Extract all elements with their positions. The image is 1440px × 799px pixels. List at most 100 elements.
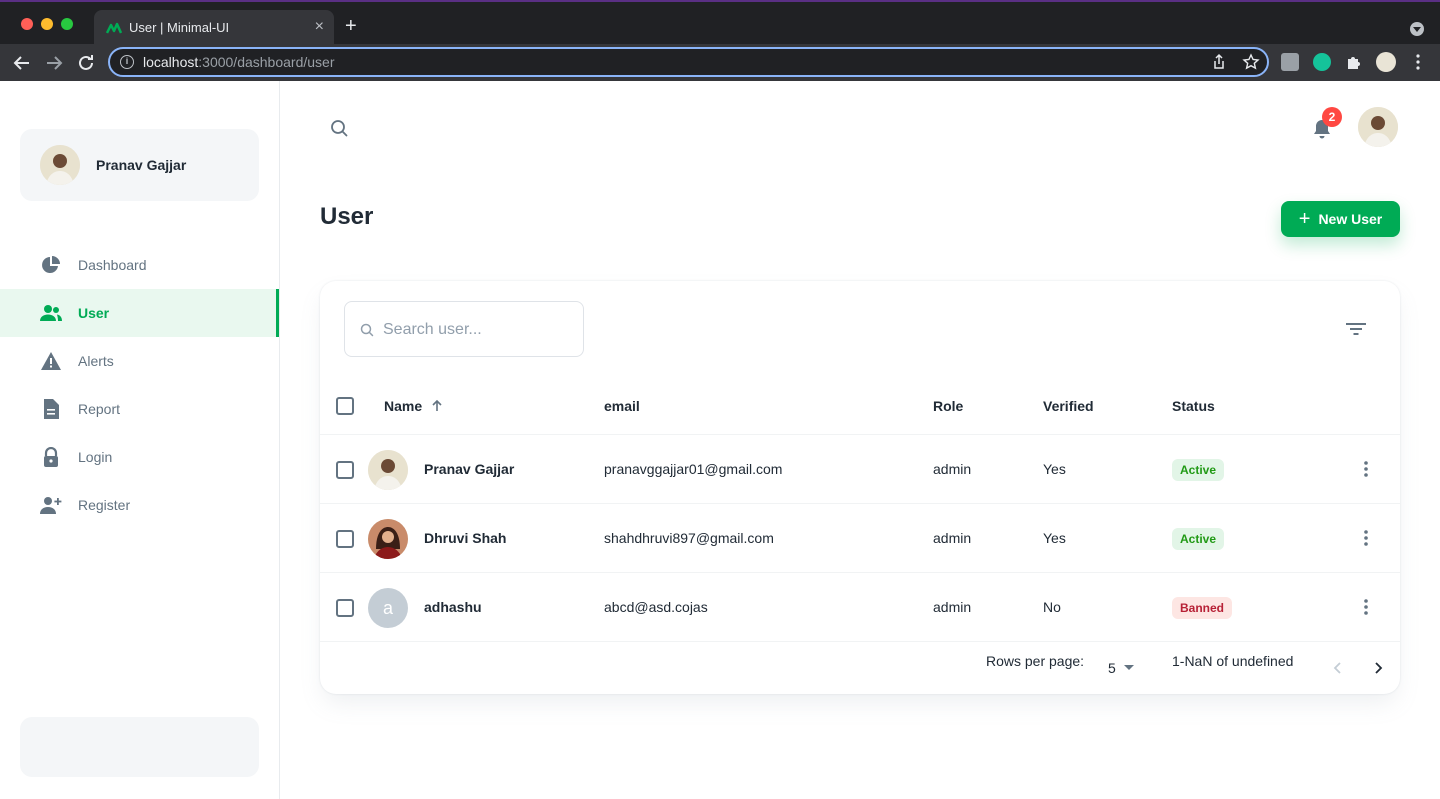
forward-arrow-icon[interactable] bbox=[42, 51, 66, 75]
user-name: adhashu bbox=[424, 599, 482, 615]
user-verified: No bbox=[1043, 599, 1061, 615]
sidebar-item-alerts[interactable]: Alerts bbox=[0, 337, 279, 385]
grammarly-icon[interactable] bbox=[1313, 53, 1331, 71]
rows-per-page-label: Rows per page: bbox=[986, 653, 1085, 669]
bookmark-star-icon[interactable] bbox=[1242, 53, 1260, 71]
filter-list-icon[interactable] bbox=[1344, 319, 1368, 339]
close-window-button[interactable] bbox=[21, 18, 33, 30]
user-role: admin bbox=[933, 599, 972, 615]
alert-triangle-icon bbox=[40, 350, 62, 372]
table-header: Name email Role Verified Status bbox=[320, 377, 1400, 435]
site-info-icon[interactable]: i bbox=[120, 55, 134, 69]
table-row[interactable]: a adhashu abcd@asd.cojas admin No Banned bbox=[320, 573, 1400, 642]
table-pagination: Rows per page: 5 1-NaN of undefined bbox=[320, 642, 1400, 694]
browser-titlebar: User | Minimal-UI × + bbox=[0, 0, 1440, 46]
select-all-checkbox[interactable] bbox=[336, 397, 354, 415]
tab-search-icon[interactable] bbox=[1410, 22, 1424, 36]
sidebar-item-register[interactable]: Register bbox=[0, 481, 279, 529]
sidebar-item-report[interactable]: Report bbox=[0, 385, 279, 433]
browser-tab[interactable]: User | Minimal-UI × bbox=[94, 10, 334, 46]
user-table-card: Name email Role Verified Status Pranav G… bbox=[320, 281, 1400, 694]
user-email: abcd@asd.cojas bbox=[604, 599, 708, 615]
user-email: shahdhruvi897@gmail.com bbox=[604, 530, 774, 546]
main-content: 2 User + New User Name email Role Verifi… bbox=[280, 81, 1440, 799]
column-header-status[interactable]: Status bbox=[1172, 398, 1215, 414]
sidebar-item-label: Register bbox=[78, 497, 131, 513]
column-header-verified[interactable]: Verified bbox=[1043, 398, 1094, 414]
column-header-email[interactable]: email bbox=[604, 398, 640, 414]
search-icon bbox=[360, 323, 374, 337]
puzzle-extensions-icon[interactable] bbox=[1345, 53, 1363, 71]
user-name: Dhruvi Shah bbox=[424, 530, 507, 546]
row-checkbox[interactable] bbox=[336, 599, 354, 617]
more-vertical-icon[interactable] bbox=[1356, 459, 1376, 479]
tab-close-icon[interactable]: × bbox=[315, 18, 324, 36]
sidebar: Pranav Gajjar Dashboard User Alerts Repo… bbox=[0, 81, 280, 799]
new-tab-button[interactable]: + bbox=[345, 16, 357, 36]
maximize-window-button[interactable] bbox=[61, 18, 73, 30]
sort-arrow-up-icon bbox=[432, 399, 442, 411]
sidebar-item-user[interactable]: User bbox=[0, 289, 279, 337]
profile-avatar[interactable] bbox=[1376, 52, 1396, 72]
sidebar-item-login[interactable]: Login bbox=[0, 433, 279, 481]
column-header-role[interactable]: Role bbox=[933, 398, 963, 414]
user-avatar bbox=[368, 519, 408, 559]
search-icon[interactable] bbox=[328, 117, 350, 139]
row-checkbox[interactable] bbox=[336, 530, 354, 548]
chevron-right-icon[interactable] bbox=[1368, 658, 1388, 678]
more-vertical-icon[interactable] bbox=[1356, 528, 1376, 548]
table-row[interactable]: Pranav Gajjar pranavggajjar01@gmail.com … bbox=[320, 435, 1400, 504]
more-vertical-icon[interactable] bbox=[1356, 597, 1376, 617]
table-row[interactable]: Dhruvi Shah shahdhruvi897@gmail.com admi… bbox=[320, 504, 1400, 573]
url-text: localhost:3000/dashboard/user bbox=[143, 54, 335, 70]
sidebar-nav: Dashboard User Alerts Report Login Regis… bbox=[0, 241, 279, 529]
row-checkbox[interactable] bbox=[336, 461, 354, 479]
chevron-left-icon[interactable] bbox=[1328, 658, 1348, 678]
status-badge: Active bbox=[1172, 528, 1225, 550]
caret-down-icon[interactable] bbox=[1124, 665, 1134, 670]
sidebar-item-dashboard[interactable]: Dashboard bbox=[0, 241, 279, 289]
share-icon[interactable] bbox=[1210, 53, 1228, 71]
browser-menu-icon[interactable] bbox=[1409, 53, 1427, 71]
user-verified: Yes bbox=[1043, 461, 1066, 477]
user-avatar-letter: a bbox=[368, 588, 408, 628]
header-avatar[interactable] bbox=[1358, 107, 1398, 147]
account-name: Pranav Gajjar bbox=[96, 157, 187, 173]
rows-per-page-select[interactable]: 5 bbox=[1108, 660, 1116, 676]
sidebar-item-label: Dashboard bbox=[78, 257, 147, 273]
sidebar-item-label: Report bbox=[78, 401, 121, 417]
search-user-field[interactable] bbox=[344, 301, 584, 357]
column-header-name[interactable]: Name bbox=[384, 398, 444, 414]
user-verified: Yes bbox=[1043, 530, 1066, 546]
status-badge: Banned bbox=[1172, 597, 1233, 619]
reload-icon[interactable] bbox=[74, 51, 98, 75]
user-name: Pranav Gajjar bbox=[424, 461, 515, 477]
sidebar-item-label: Login bbox=[78, 449, 113, 465]
minimal-logo-icon bbox=[106, 22, 122, 34]
person-add-icon bbox=[40, 494, 62, 516]
page-title: User bbox=[320, 203, 374, 230]
address-bar[interactable]: i localhost:3000/dashboard/user bbox=[108, 47, 1269, 77]
status-badge: Active bbox=[1172, 459, 1225, 481]
browser-toolbar: i localhost:3000/dashboard/user bbox=[0, 44, 1440, 81]
back-arrow-icon[interactable] bbox=[10, 51, 34, 75]
tab-title: User | Minimal-UI bbox=[129, 20, 230, 35]
pie-chart-icon bbox=[40, 254, 62, 276]
plus-icon: + bbox=[1298, 208, 1311, 230]
sidebar-bottom-card bbox=[20, 717, 259, 777]
user-role: admin bbox=[933, 461, 972, 477]
user-role: admin bbox=[933, 530, 972, 546]
extension-icon[interactable] bbox=[1281, 53, 1299, 71]
minimize-window-button[interactable] bbox=[41, 18, 53, 30]
new-user-label: New User bbox=[1318, 211, 1383, 227]
account-card[interactable]: Pranav Gajjar bbox=[20, 129, 259, 201]
search-user-input[interactable] bbox=[383, 314, 573, 346]
new-user-button[interactable]: + New User bbox=[1281, 201, 1400, 237]
account-avatar bbox=[40, 145, 80, 185]
sidebar-item-label: Alerts bbox=[78, 353, 114, 369]
pagination-range: 1-NaN of undefined bbox=[1172, 653, 1294, 669]
people-icon bbox=[40, 302, 62, 324]
notification-badge: 2 bbox=[1322, 107, 1342, 127]
sidebar-item-label: User bbox=[78, 305, 110, 321]
lock-icon bbox=[40, 446, 62, 468]
